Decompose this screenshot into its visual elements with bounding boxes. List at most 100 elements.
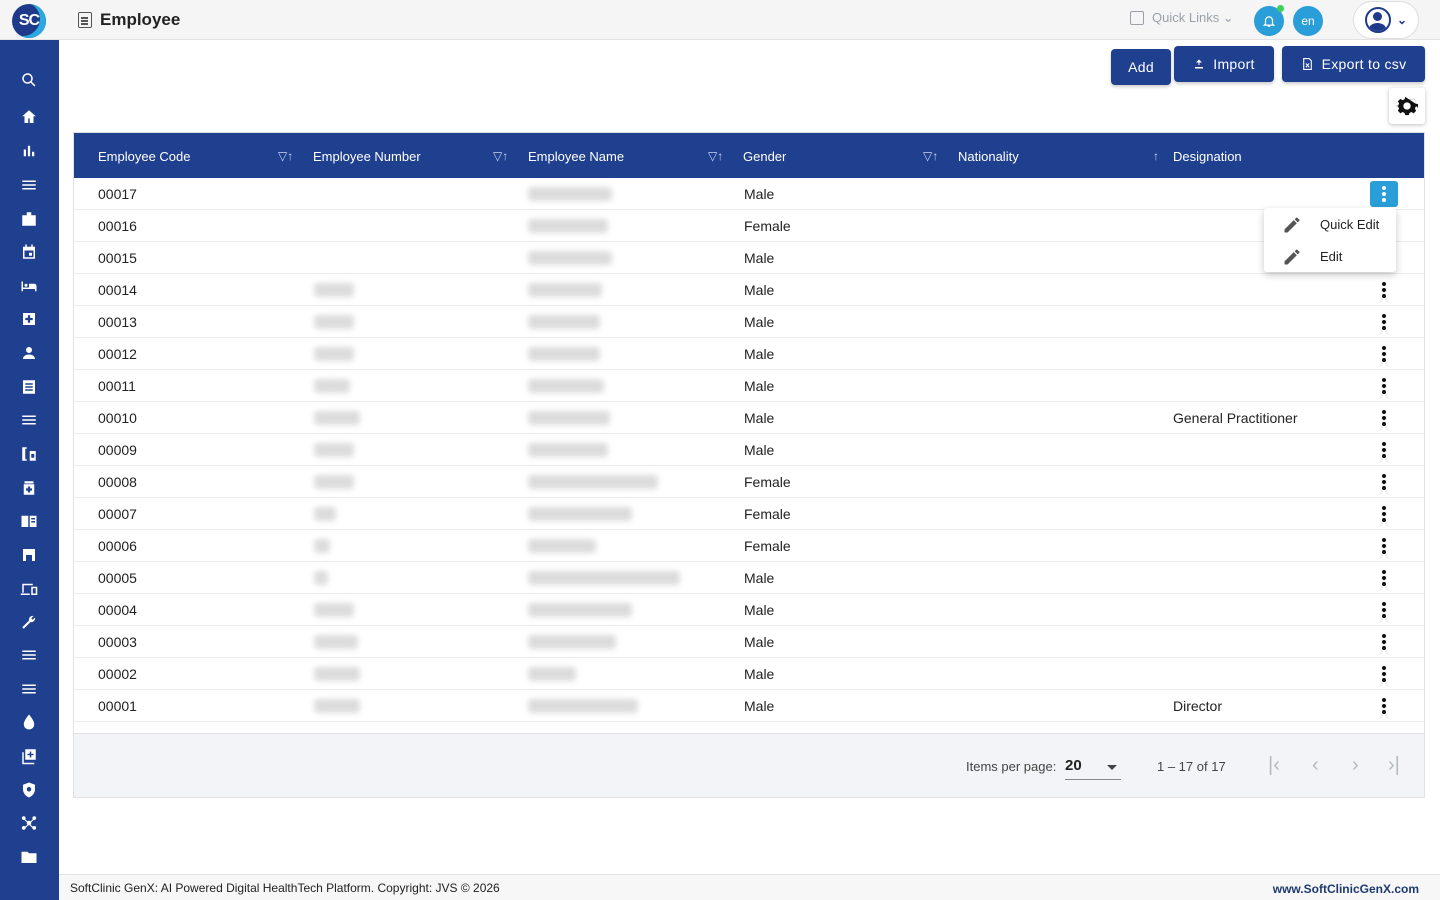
filter-sort-icon[interactable]: ▽↑ — [493, 149, 508, 163]
person-icon[interactable] — [18, 342, 40, 364]
footer: SoftClinic GenX: AI Powered Digital Heal… — [59, 874, 1440, 900]
table-row[interactable]: 00011 Male — [74, 370, 1424, 402]
row-actions-button[interactable] — [1370, 565, 1398, 591]
filter-sort-icon[interactable]: ▽↑ — [708, 149, 723, 163]
column-employee-number[interactable]: Employee Number — [313, 149, 421, 164]
table-row[interactable]: 00003 Male — [74, 626, 1424, 658]
add-button[interactable]: Add — [1111, 49, 1171, 85]
home-icon[interactable] — [18, 106, 40, 128]
table-row[interactable]: 00009 Male — [74, 434, 1424, 466]
row-actions-button[interactable] — [1370, 405, 1398, 431]
table-settings-button[interactable] — [1389, 88, 1425, 124]
gender-cell: Male — [744, 634, 775, 650]
filter-sort-icon[interactable]: ▽↑ — [278, 149, 293, 163]
hub-icon[interactable] — [18, 812, 40, 834]
import-button[interactable]: Import — [1174, 46, 1274, 82]
row-actions-button[interactable] — [1370, 693, 1398, 719]
top-bar: SC Employee Quick Links ⌄ en ⌄ — [0, 0, 1440, 40]
employee-code-cell: 00008 — [98, 474, 137, 490]
table-row[interactable]: 00005 Male — [74, 562, 1424, 594]
column-employee-name[interactable]: Employee Name — [528, 149, 624, 164]
row-actions-button[interactable] — [1370, 373, 1398, 399]
table-row[interactable]: 00017 Male — [74, 178, 1424, 210]
redacted-employee-name — [528, 507, 632, 521]
table-row[interactable]: 00006 Female — [74, 530, 1424, 562]
redacted-employee-number — [314, 635, 358, 649]
sort-icon[interactable]: ↑ — [1153, 149, 1159, 163]
row-actions-button[interactable] — [1370, 309, 1398, 335]
drop-icon[interactable] — [18, 711, 40, 733]
redacted-employee-name — [528, 219, 608, 233]
calendar-icon[interactable] — [18, 241, 40, 263]
row-actions-button[interactable] — [1370, 597, 1398, 623]
app-logo[interactable]: SC — [12, 4, 46, 38]
table-row[interactable]: 00008 Female — [74, 466, 1424, 498]
more-vert-icon — [1382, 192, 1386, 196]
row-actions-button[interactable] — [1370, 501, 1398, 527]
column-employee-code[interactable]: Employee Code — [98, 149, 191, 164]
row-actions-button[interactable] — [1370, 181, 1398, 207]
store-icon[interactable] — [18, 544, 40, 566]
table-row[interactable]: 00014 Male — [74, 274, 1424, 306]
search-icon[interactable] — [18, 69, 40, 91]
next-page-icon[interactable]: › — [1352, 754, 1359, 777]
user-menu-button[interactable]: ⌄ — [1353, 1, 1419, 39]
quick-edit-menu-item[interactable]: Quick Edit — [1264, 208, 1396, 240]
first-page-icon[interactable]: |‹ — [1268, 754, 1280, 777]
list-icon-3[interactable] — [18, 678, 40, 700]
filter-sort-icon[interactable]: ▽↑ — [923, 149, 938, 163]
receipt-icon[interactable] — [18, 376, 40, 398]
more-vert-icon — [1382, 704, 1386, 708]
more-vert-icon — [1382, 352, 1386, 356]
bed-icon[interactable] — [18, 275, 40, 297]
pharmacy-icon[interactable] — [18, 443, 40, 465]
table-row[interactable]: 00002 Male — [74, 658, 1424, 690]
medical-plus-icon[interactable] — [18, 308, 40, 330]
row-actions-button[interactable] — [1370, 437, 1398, 463]
menu-icon[interactable] — [18, 174, 40, 196]
row-actions-button[interactable] — [1370, 469, 1398, 495]
column-designation[interactable]: Designation — [1173, 149, 1242, 164]
edit-menu-item[interactable]: Edit — [1264, 240, 1396, 272]
export-csv-button[interactable]: Export to csv — [1282, 46, 1425, 82]
row-actions-button[interactable] — [1370, 661, 1398, 687]
shield-icon[interactable] — [18, 779, 40, 801]
row-actions-button[interactable] — [1370, 533, 1398, 559]
table-row[interactable]: 00001 Male Director — [74, 690, 1424, 722]
folder-icon[interactable] — [18, 846, 40, 868]
column-gender[interactable]: Gender — [743, 149, 786, 164]
table-row[interactable]: 00013 Male — [74, 306, 1424, 338]
items-per-page-select[interactable]: 20 — [1065, 754, 1121, 780]
table-row[interactable]: 00016 Female — [74, 210, 1424, 242]
table-row[interactable]: 00015 Male — [74, 242, 1424, 274]
row-actions-button[interactable] — [1370, 277, 1398, 303]
last-page-icon[interactable]: ›| — [1388, 754, 1400, 777]
table-row[interactable]: 00004 Male — [74, 594, 1424, 626]
language-button[interactable]: en — [1293, 6, 1323, 36]
devices-icon[interactable] — [18, 578, 40, 600]
column-nationality[interactable]: Nationality — [958, 149, 1019, 164]
designation-cell: Director — [1173, 698, 1223, 714]
badge-icon[interactable] — [18, 208, 40, 230]
table-row[interactable]: 00007 Female — [74, 498, 1424, 530]
list-icon[interactable] — [18, 409, 40, 431]
row-actions-button[interactable] — [1370, 629, 1398, 655]
redacted-employee-name — [528, 699, 638, 713]
table-row[interactable]: 00012 Male — [74, 338, 1424, 370]
quick-links-button[interactable]: Quick Links ⌄ — [1130, 10, 1234, 26]
quick-links-icon — [1130, 11, 1144, 25]
list-icon-2[interactable] — [18, 644, 40, 666]
table-row[interactable]: 00010 Male General Practitioner — [74, 402, 1424, 434]
csv-file-icon — [1302, 58, 1312, 70]
medicine-icon[interactable] — [18, 477, 40, 499]
row-actions-button[interactable] — [1370, 341, 1398, 367]
gender-cell: Female — [744, 474, 791, 490]
book-icon[interactable] — [18, 510, 40, 532]
wrench-icon[interactable] — [18, 611, 40, 633]
previous-page-icon[interactable]: ‹ — [1312, 754, 1319, 777]
add-box-icon[interactable] — [18, 745, 40, 767]
more-vert-icon — [1382, 384, 1386, 388]
website-link[interactable]: www.SoftClinicGenX.com — [1273, 882, 1419, 896]
bar-chart-icon[interactable] — [18, 140, 40, 162]
redacted-employee-name — [528, 379, 604, 393]
